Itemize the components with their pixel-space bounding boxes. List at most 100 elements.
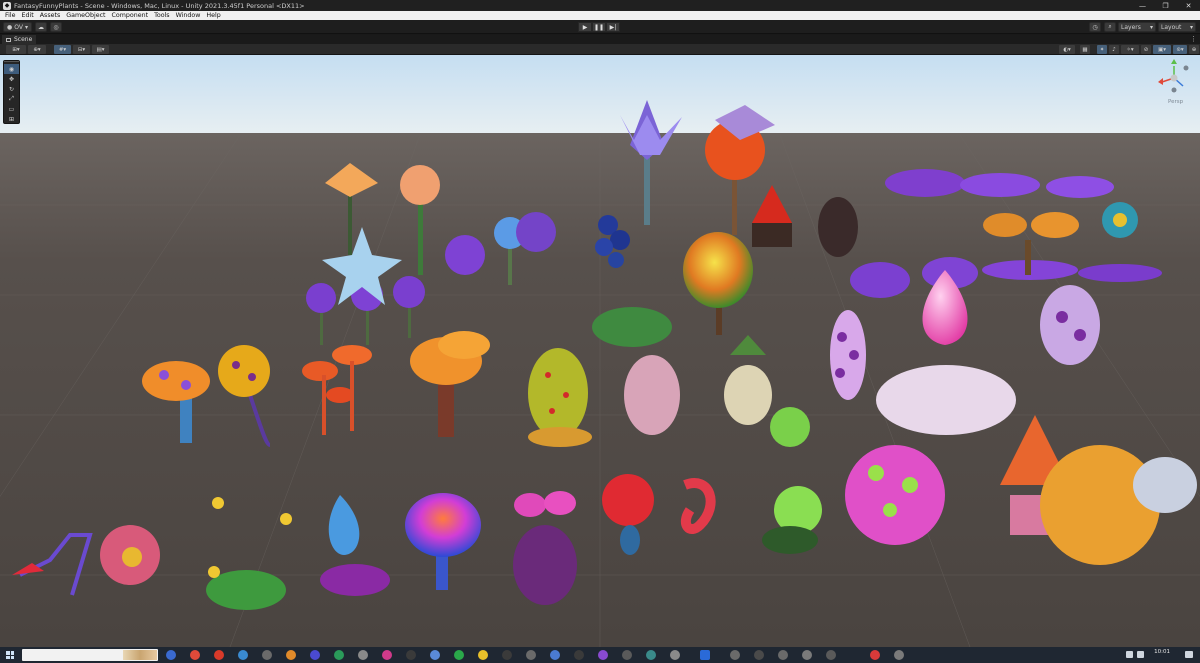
taskbar-app-icon[interactable] — [262, 650, 272, 660]
taskbar-app-icon[interactable] — [334, 650, 344, 660]
taskbar-app-icon[interactable] — [778, 650, 788, 660]
taskbar-app-icon[interactable] — [166, 650, 176, 660]
taskbar-app-icon[interactable] — [310, 650, 320, 660]
menu-component[interactable]: Component — [109, 12, 152, 19]
2d-icon: ▦ — [1082, 46, 1088, 53]
taskbar-app-icon[interactable] — [550, 650, 560, 660]
plant-dark-bulb[interactable] — [818, 197, 858, 257]
rect-tool-button[interactable]: ▭ — [4, 104, 19, 114]
plant-green-leaf-pad[interactable] — [592, 307, 672, 347]
audio-toggle[interactable]: ♪ — [1109, 45, 1119, 54]
step-button[interactable]: ▶| — [606, 22, 620, 32]
taskbar-app-icon[interactable] — [802, 650, 812, 660]
taskbar-app-icon[interactable] — [190, 650, 200, 660]
taskbar-app-icon[interactable] — [754, 650, 764, 660]
layout-dropdown[interactable]: Layout ▾ — [1158, 22, 1196, 32]
close-button[interactable]: ✕ — [1177, 0, 1200, 11]
taskbar-app-icon[interactable] — [358, 650, 368, 660]
taskbar-app-icon[interactable] — [730, 650, 740, 660]
light-bulb-icon: ✦ — [1099, 46, 1105, 53]
taskbar-app-icon[interactable] — [238, 650, 248, 660]
taskbar-unity-icon[interactable] — [700, 650, 710, 660]
tray-icon[interactable] — [1126, 651, 1133, 658]
camera-dropdown[interactable]: ▣▾ — [1153, 45, 1171, 54]
rect-icon: ▭ — [8, 105, 15, 113]
taskbar-app-icon[interactable] — [526, 650, 536, 660]
plant-spotted-pink-stalk[interactable] — [1040, 285, 1100, 365]
transform-tool-button[interactable]: ⊞ — [4, 114, 19, 124]
snap-increment-dropdown[interactable]: ⊟▾ — [73, 45, 90, 54]
taskbar-app-icon[interactable] — [478, 650, 488, 660]
gizmos-dropdown[interactable]: ⊛▾ — [1173, 45, 1187, 54]
grid-snap-toggle[interactable]: #▾ — [54, 45, 71, 54]
hidden-objects-toggle[interactable]: ⊘ — [1141, 45, 1151, 54]
menu-assets[interactable]: Assets — [37, 12, 64, 19]
menu-help[interactable]: Help — [203, 12, 223, 19]
taskbar-clock[interactable]: 10:01 — [1154, 649, 1170, 655]
more-options-icon[interactable]: ⋮ — [1190, 35, 1197, 43]
taskbar-app-icon[interactable] — [598, 650, 608, 660]
global-view-button[interactable]: ⊕ — [1189, 45, 1199, 54]
plant-orange-sac[interactable] — [1040, 445, 1160, 565]
plant-pink-urchin[interactable] — [100, 525, 160, 585]
layers-dropdown[interactable]: Layers ▾ — [1118, 22, 1156, 32]
taskbar-app-icon[interactable] — [574, 650, 584, 660]
minimize-button[interactable]: — — [1131, 0, 1154, 11]
network-icon[interactable] — [1137, 651, 1144, 658]
taskbar-app-icon[interactable] — [382, 650, 392, 660]
tab-scene[interactable]: Scene — [2, 35, 37, 44]
taskbar-app-icon[interactable] — [286, 650, 296, 660]
taskbar-app-icon[interactable] — [430, 650, 440, 660]
maximize-button[interactable]: ❐ — [1154, 0, 1177, 11]
plant-white-shroom-cluster[interactable] — [1133, 457, 1197, 513]
plant-pink-tentacle-blob[interactable] — [845, 445, 945, 545]
tool-handle-rotation-dropdown[interactable]: ⊕▾ — [28, 45, 46, 54]
account-dropdown[interactable]: ● OV ▾ — [3, 22, 32, 32]
move-tool-button[interactable]: ✥ — [4, 74, 19, 84]
notification-icon[interactable] — [1185, 651, 1193, 658]
rotate-tool-button[interactable]: ↻ — [4, 84, 19, 94]
menu-edit[interactable]: Edit — [19, 12, 37, 19]
taskbar-app-icon[interactable] — [502, 650, 512, 660]
2d-toggle[interactable]: ▦ — [1080, 45, 1090, 54]
play-button[interactable]: ▶ — [578, 22, 592, 32]
view-tool-button[interactable]: ◉ — [4, 64, 19, 74]
taskbar-app-icon[interactable] — [646, 650, 656, 660]
ruler-dropdown[interactable]: ▤▾ — [92, 45, 109, 54]
taskbar-app-icon[interactable] — [826, 650, 836, 660]
menu-gameobject[interactable]: GameObject — [63, 12, 108, 19]
tool-handle-position-dropdown[interactable]: ⊞▾ — [6, 45, 26, 54]
taskbar-app-icon[interactable] — [670, 650, 680, 660]
start-icon[interactable] — [6, 651, 14, 659]
cloud-button[interactable]: ☁ — [35, 22, 47, 32]
menu-file[interactable]: File — [2, 12, 19, 19]
effects-dropdown[interactable]: ✧▾ — [1121, 45, 1139, 54]
taskbar-app-icon[interactable] — [454, 650, 464, 660]
taskbar-app-icon[interactable] — [622, 650, 632, 660]
search-button[interactable]: ⌕ — [1104, 22, 1116, 32]
taskbar-app-icon[interactable] — [406, 650, 416, 660]
account-label: OV — [14, 23, 23, 31]
taskbar-app-icon[interactable] — [214, 650, 224, 660]
plant-purple-blob[interactable] — [513, 491, 577, 605]
camera-icon: ▣▾ — [1158, 46, 1166, 53]
plant-pale-coral[interactable] — [624, 355, 680, 435]
taskbar-app-icon[interactable] — [894, 650, 904, 660]
perspective-label[interactable]: Persp — [1168, 99, 1183, 105]
collab-button[interactable]: ◎ — [50, 22, 62, 32]
plant-teal-flower[interactable] — [1102, 202, 1138, 238]
shading-icon: ◐▾ — [1063, 46, 1071, 53]
menu-window[interactable]: Window — [173, 12, 204, 19]
scene-viewport[interactable] — [0, 55, 1200, 647]
pause-button[interactable]: ❚❚ — [592, 22, 606, 32]
lighting-toggle[interactable]: ✦ — [1097, 45, 1107, 54]
scale-tool-button[interactable]: ⤢ — [4, 94, 19, 104]
taskbar-app-icon[interactable] — [870, 650, 880, 660]
tab-strip: Scene ⋮ — [0, 35, 1200, 44]
history-button[interactable]: ◷ — [1089, 22, 1101, 32]
plant-purple-spotted-stalk[interactable] — [830, 310, 866, 400]
gizmos-icon: ⊛▾ — [1176, 46, 1184, 53]
menu-tools[interactable]: Tools — [151, 12, 173, 19]
taskbar-search-box[interactable] — [22, 649, 158, 661]
draw-mode-dropdown[interactable]: ◐▾ — [1059, 45, 1075, 54]
